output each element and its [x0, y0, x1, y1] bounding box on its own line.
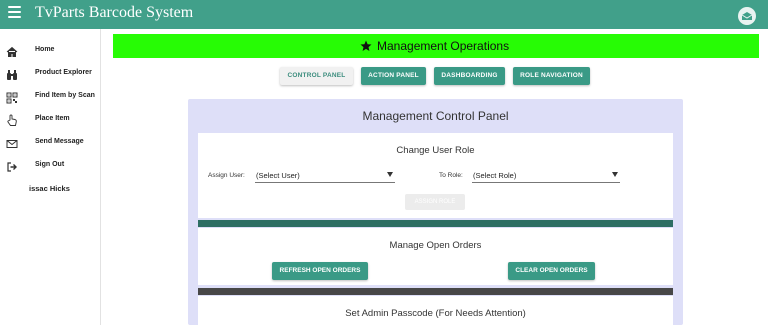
sidebar-item-label: Place Item [35, 115, 70, 122]
clear-open-orders-button[interactable]: CLEAR OPEN ORDERS [508, 262, 595, 280]
admin-passcode-heading: Set Admin Passcode (For Needs Attention) [345, 308, 526, 319]
sidebar-item-home[interactable]: Home [0, 43, 100, 63]
tab-role-navigation[interactable]: ROLE NAVIGATION [513, 67, 590, 85]
hand-pointer-icon [6, 114, 20, 128]
open-orders-heading: Manage Open Orders [389, 240, 482, 251]
to-role-value: (Select Role) [473, 171, 517, 180]
sidebar-item-label: Send Message [35, 138, 84, 145]
sidebar-item-label: Product Explorer [35, 69, 92, 76]
sidebar-item-send-message[interactable]: Send Message [0, 135, 100, 155]
hamburger-icon[interactable] [8, 6, 21, 18]
change-role-heading: Change User Role [396, 145, 475, 156]
tab-dashboarding[interactable]: DASHBOARDING [434, 67, 505, 85]
binoculars-icon [6, 68, 20, 82]
sidebar-item-label: Sign Out [35, 161, 65, 168]
sidebar-item-label: Find Item by Scan [35, 92, 95, 99]
open-orders-card: Manage Open Orders [198, 228, 673, 285]
sidebar-item-sign-out[interactable]: Sign Out [0, 158, 100, 178]
sidebar: Home Product Explorer Find Item by Scan … [0, 29, 101, 325]
app-title: TvParts Barcode System [35, 4, 194, 21]
assign-user-value: (Select User) [256, 171, 300, 180]
panel-title: Management Control Panel [362, 109, 509, 123]
tab-control-panel[interactable]: CONTROL PANEL [280, 67, 353, 85]
current-user-name: issac Hicks [29, 184, 70, 193]
app-header: TvParts Barcode System [0, 0, 768, 29]
section-divider [198, 220, 673, 227]
page-banner: Management Operations [113, 34, 759, 58]
qr-code-icon [6, 91, 20, 105]
sidebar-item-product-explorer[interactable]: Product Explorer [0, 66, 100, 86]
dropdown-arrow-icon [387, 172, 393, 177]
section-divider [198, 288, 673, 295]
envelope-open-icon[interactable] [738, 7, 756, 25]
banner-title: Management Operations [377, 39, 510, 53]
to-role-select[interactable]: (Select Role) [472, 169, 620, 183]
sign-out-icon [6, 160, 20, 174]
admin-passcode-card: Set Admin Passcode (For Needs Attention) [198, 296, 673, 325]
tab-action-panel[interactable]: ACTION PANEL [361, 67, 426, 85]
sidebar-item-place-item[interactable]: Place Item [0, 112, 100, 132]
assign-user-select[interactable]: (Select User) [255, 169, 395, 183]
assign-role-button[interactable]: ASSIGN ROLE [405, 194, 465, 210]
sidebar-item-find-item-by-scan[interactable]: Find Item by Scan [0, 89, 100, 109]
to-role-label: To Role: [439, 172, 463, 179]
sidebar-item-label: Home [35, 46, 55, 53]
refresh-open-orders-button[interactable]: REFRESH OPEN ORDERS [272, 262, 368, 280]
assign-user-label: Assign User: [208, 172, 245, 179]
envelope-icon [6, 137, 20, 151]
star-icon [360, 39, 372, 57]
dropdown-arrow-icon [612, 172, 618, 177]
home-icon [6, 45, 20, 59]
